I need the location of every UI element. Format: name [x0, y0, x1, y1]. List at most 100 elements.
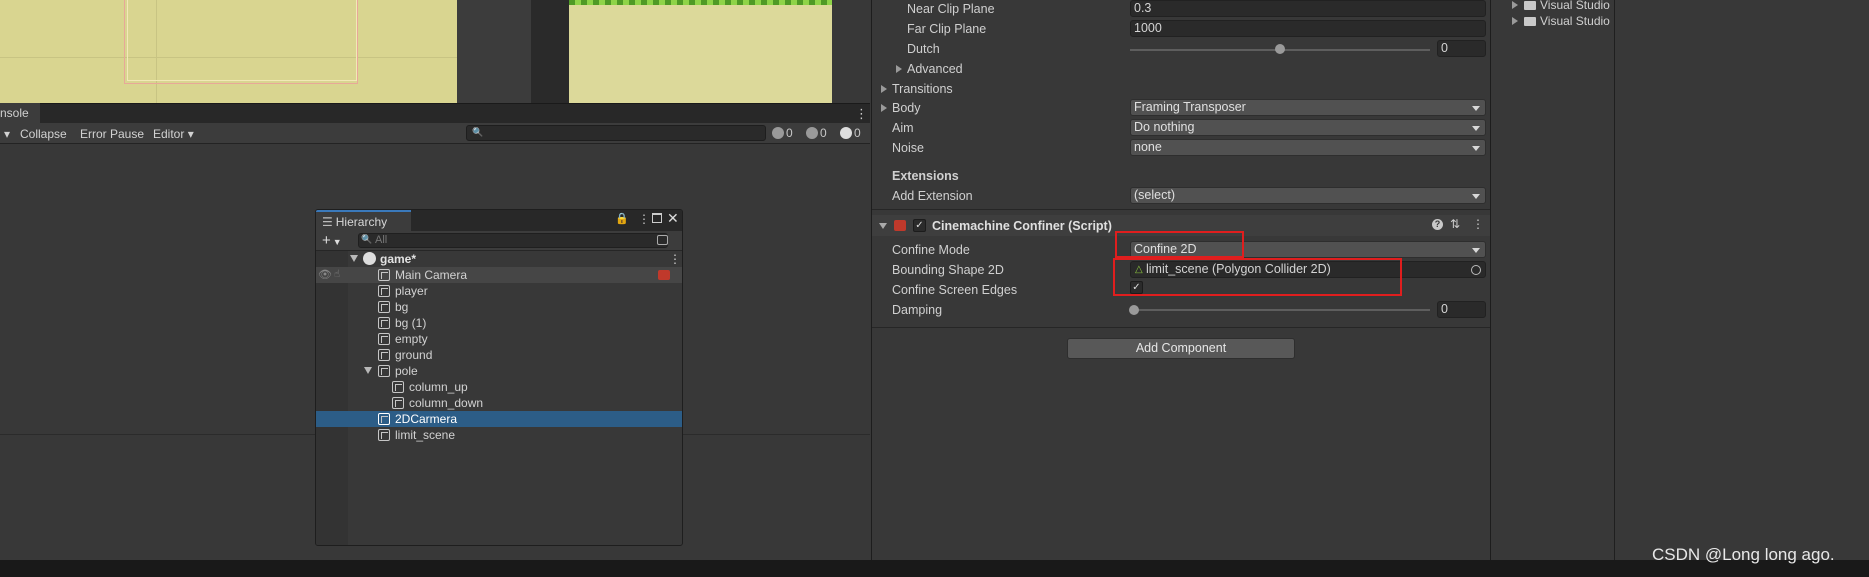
warning-count[interactable]: 0	[806, 125, 827, 141]
gameobject-icon	[378, 269, 390, 281]
list-item-selected[interactable]: 2DCarmera	[316, 411, 682, 427]
damping-slider-track[interactable]	[1130, 309, 1430, 311]
expand-arrow-icon[interactable]	[1512, 1, 1518, 9]
gameobject-icon	[392, 397, 404, 409]
asset-browser-panel	[1614, 0, 1869, 560]
script-icon	[894, 220, 906, 231]
game-view[interactable]	[569, 0, 832, 103]
unity-scene-icon	[363, 252, 376, 265]
list-item[interactable]: pole	[316, 363, 682, 379]
add-object-button[interactable]: + ▼	[322, 232, 342, 249]
warning-icon	[806, 127, 818, 139]
pickable-icon[interactable]: ☝	[334, 267, 340, 283]
far-clip-field[interactable]: 1000	[1130, 20, 1486, 37]
tab-hierarchy[interactable]: ☰ Hierarchy	[316, 210, 411, 231]
info-count[interactable]: 0	[772, 125, 793, 141]
add-component-button[interactable]: Add Component	[1067, 338, 1295, 359]
collapse-arrow-icon[interactable]	[879, 223, 887, 229]
near-clip-field[interactable]: 0.3	[1130, 0, 1486, 17]
help-icon[interactable]: ?	[1432, 219, 1443, 230]
component-divider	[872, 327, 1490, 328]
info-icon	[772, 127, 784, 139]
aim-label: Aim	[892, 121, 914, 135]
editor-label: Editor	[153, 127, 185, 141]
expand-arrow-icon	[350, 255, 358, 262]
editor-dropdown[interactable]: Editor ▾	[149, 126, 198, 142]
gameobject-icon	[378, 349, 390, 361]
console-search-input[interactable]: 🔍	[466, 125, 766, 141]
search-icon: 🔍	[361, 234, 373, 244]
console-tabbar	[0, 103, 870, 123]
folder-icon	[1524, 17, 1536, 26]
list-item[interactable]: bg (1)	[316, 315, 682, 331]
list-item[interactable]: limit_scene	[316, 427, 682, 443]
expand-arrow-icon[interactable]	[896, 65, 902, 73]
extensions-heading: Extensions	[892, 169, 959, 183]
advanced-label[interactable]: Advanced	[907, 62, 963, 76]
more-options-icon[interactable]: ⋮	[1472, 217, 1484, 231]
list-item[interactable]: player	[316, 283, 682, 299]
list-item[interactable]: bg	[316, 299, 682, 315]
add-extension-label: Add Extension	[892, 189, 973, 203]
inspector-panel: Near Clip Plane 0.3 Far Clip Plane 1000 …	[871, 0, 1491, 560]
damping-slider-handle[interactable]	[1129, 305, 1139, 315]
component-title: Cinemachine Confiner (Script)	[932, 219, 1112, 233]
more-options-icon[interactable]: ⋮	[669, 251, 681, 267]
gameobject-icon	[378, 365, 390, 377]
list-item[interactable]: 👁 ☝ Main Camera	[316, 267, 682, 283]
gameobject-icon	[378, 301, 390, 313]
dutch-field[interactable]: 0	[1437, 40, 1486, 57]
visibility-icon[interactable]: 👁	[318, 267, 332, 283]
expand-arrow-icon[interactable]	[881, 104, 887, 112]
lock-icon[interactable]: 🔒	[615, 212, 629, 225]
noise-dropdown[interactable]: none	[1130, 139, 1486, 156]
status-bar	[0, 560, 1869, 577]
noise-label: Noise	[892, 141, 924, 155]
maximize-icon[interactable]	[652, 213, 662, 223]
collapse-button[interactable]: Collapse	[16, 126, 71, 142]
expand-arrow-icon[interactable]	[1512, 17, 1518, 25]
folder-icon	[1524, 1, 1536, 10]
more-options-icon[interactable]: ⋮	[638, 212, 650, 226]
gameobject-icon	[378, 429, 390, 441]
body-label[interactable]: Body	[892, 101, 921, 115]
more-options-icon[interactable]: ⋮	[855, 106, 868, 122]
view-divider	[531, 0, 569, 103]
gameobject-icon	[378, 317, 390, 329]
chevron-down-icon: ▼	[332, 237, 342, 247]
folder-label[interactable]: Visual Studio	[1540, 14, 1610, 28]
error-count[interactable]: 0	[840, 125, 861, 141]
scene-grid-area	[457, 0, 531, 103]
clear-dropdown-arrow[interactable]: ▾	[0, 126, 14, 142]
folder-label[interactable]: Visual Studio	[1540, 0, 1610, 12]
error-pause-button[interactable]: Error Pause	[76, 126, 148, 142]
aim-dropdown[interactable]: Do nothing	[1130, 119, 1486, 136]
add-extension-dropdown[interactable]: (select)	[1130, 187, 1486, 204]
preset-icon[interactable]: ⇅	[1450, 217, 1460, 231]
damping-label: Damping	[892, 303, 943, 317]
list-item[interactable]: column_up	[316, 379, 682, 395]
dutch-slider-handle[interactable]	[1275, 44, 1285, 54]
close-icon[interactable]: ✕	[667, 210, 679, 227]
list-item[interactable]: ground	[316, 347, 682, 363]
hierarchy-search-input[interactable]: All	[358, 233, 668, 248]
highlight-box	[1115, 231, 1244, 258]
far-clip-label: Far Clip Plane	[907, 22, 987, 36]
list-item[interactable]: column_down	[316, 395, 682, 411]
scene-filter-icon[interactable]	[657, 235, 668, 245]
object-picker-icon[interactable]	[1471, 265, 1481, 275]
cinemachine-brain-icon	[658, 270, 670, 280]
list-item[interactable]: empty	[316, 331, 682, 347]
expand-arrow-icon[interactable]	[364, 367, 372, 374]
transitions-label[interactable]: Transitions	[892, 82, 953, 96]
list-icon: ☰	[322, 215, 333, 229]
expand-arrow-icon[interactable]	[881, 85, 887, 93]
scene-label: game*	[380, 252, 417, 266]
confine-screen-edges-label: Confine Screen Edges	[892, 283, 1018, 297]
enabled-checkbox[interactable]: ✓	[913, 219, 926, 232]
gameobject-icon	[378, 413, 390, 425]
body-dropdown[interactable]: Framing Transposer	[1130, 99, 1486, 116]
tab-console[interactable]: nsole	[0, 103, 40, 123]
scene-row[interactable]: game* ⋮	[316, 251, 682, 267]
damping-field[interactable]: 0	[1437, 301, 1486, 318]
